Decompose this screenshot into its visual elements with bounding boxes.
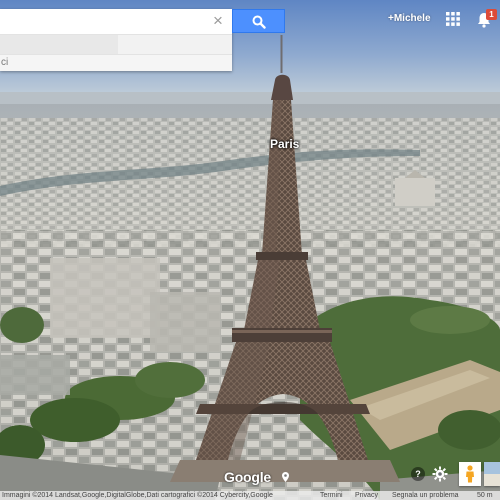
apps-grid-icon[interactable] bbox=[446, 12, 460, 26]
terms-link[interactable]: Termini bbox=[320, 491, 343, 500]
account-name-link[interactable]: +Michele bbox=[388, 13, 431, 24]
map-thumbnail-ground bbox=[484, 474, 500, 486]
place-label[interactable]: Paris bbox=[270, 137, 299, 151]
streetview-pegman-button[interactable] bbox=[459, 462, 481, 486]
search-panel: × ci bbox=[0, 9, 232, 71]
search-panel-footer[interactable]: ci bbox=[0, 55, 232, 71]
google-logo: Google bbox=[224, 469, 272, 485]
close-icon[interactable]: × bbox=[208, 11, 228, 31]
help-icon[interactable]: ? bbox=[411, 467, 425, 481]
suggestion-row[interactable] bbox=[0, 35, 232, 54]
map-3d-scene[interactable] bbox=[0, 0, 500, 500]
privacy-link[interactable]: Privacy bbox=[355, 491, 378, 500]
map-thumbnail-sky bbox=[484, 462, 500, 474]
gear-icon[interactable] bbox=[432, 466, 448, 482]
search-input[interactable] bbox=[0, 9, 217, 33]
notification-count-badge: 1 bbox=[486, 9, 497, 20]
search-icon bbox=[252, 15, 266, 29]
attribution-bar: Immagini ©2014 Landsat,Google,DigitalGlo… bbox=[0, 491, 500, 500]
pegman-icon bbox=[466, 465, 474, 483]
suggestion-placeholder bbox=[0, 35, 118, 54]
search-button[interactable] bbox=[232, 9, 285, 33]
report-problem-link[interactable]: Segnala un problema bbox=[392, 491, 459, 500]
imagery-attribution: Immagini ©2014 Landsat,Google,DigitalGlo… bbox=[2, 492, 273, 499]
scale-label: 50 m bbox=[477, 492, 493, 499]
map-pin-icon bbox=[282, 472, 289, 482]
map-view-toggle[interactable] bbox=[484, 462, 500, 486]
